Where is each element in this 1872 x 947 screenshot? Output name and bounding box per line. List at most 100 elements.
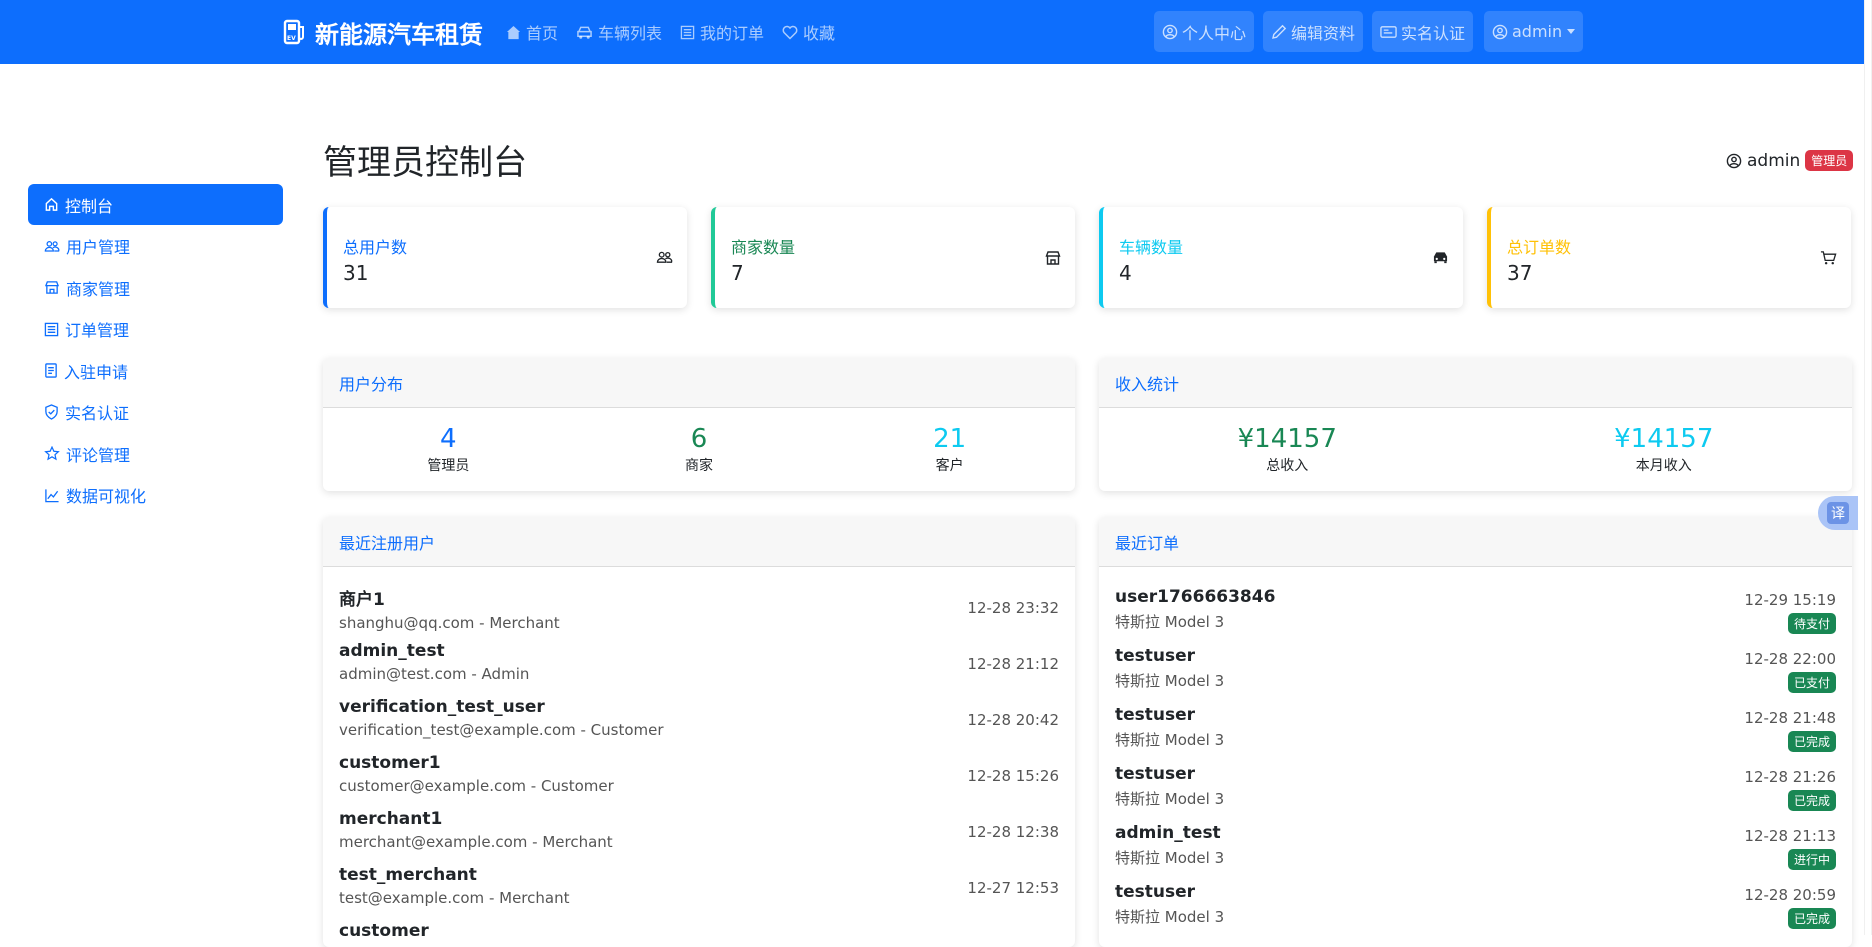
sidebar-item-dashboard[interactable]: 控制台 — [28, 184, 283, 225]
order-vehicle: 特斯拉 Model 3 — [1115, 731, 1225, 749]
list-item[interactable]: testuser 特斯拉 Model 3 12-28 22:00 已支付 — [1115, 646, 1836, 698]
order-time: 12-28 20:59 — [1744, 886, 1836, 904]
order-user: testuser — [1115, 705, 1196, 725]
order-user: testuser — [1115, 882, 1196, 902]
brand[interactable]: EV 新能源汽车租赁 — [283, 14, 483, 50]
user-menu-dropdown[interactable]: admin — [1484, 11, 1584, 52]
user-name: customer1 — [339, 753, 441, 773]
stat-label: 总用户数 — [343, 238, 408, 257]
nav-link-cars[interactable]: 车辆列表 — [576, 18, 662, 46]
income-value: ¥14157 — [1237, 424, 1337, 454]
nav-link-home[interactable]: 首页 — [506, 18, 558, 46]
user-menu-label: admin — [1512, 22, 1563, 41]
sidebar-item-visualization[interactable]: 数据可视化 — [28, 475, 283, 516]
user-time: 12-28 23:32 — [967, 599, 1059, 617]
list-item[interactable]: admin_test admin@test.com - Admin 12-28 … — [339, 641, 1059, 693]
dist-label: 管理员 — [427, 458, 470, 474]
person-circle-icon — [1162, 24, 1178, 39]
order-time: 12-28 22:00 — [1744, 650, 1836, 668]
order-vehicle: 特斯拉 Model 3 — [1115, 849, 1225, 867]
list-item[interactable]: testuser 特斯拉 Model 3 12-28 21:26 已完成 — [1115, 764, 1836, 816]
stat-card-orders: 总订单数 37 — [1487, 207, 1851, 308]
sidebar-item-label: 入驻申请 — [64, 362, 129, 382]
top-navbar: EV 新能源汽车租赁 首页 车辆列表 我的订单 收藏 个人中心 编辑资料 实名认… — [0, 0, 1872, 64]
sidebar-item-reviews[interactable]: 评论管理 — [28, 433, 283, 474]
pencil-icon — [1272, 24, 1287, 39]
ev-logo-icon: EV — [283, 19, 304, 45]
list-icon — [680, 25, 695, 39]
nav-link-favorites[interactable]: 收藏 — [782, 18, 835, 46]
income-month: ¥14157 本月收入 — [1476, 424, 1853, 475]
translate-button[interactable]: 译 — [1818, 496, 1858, 530]
person-circle-icon — [1726, 153, 1742, 168]
list-item[interactable]: test_merchant test@example.com - Merchan… — [339, 865, 1059, 917]
cart-icon — [1820, 251, 1837, 265]
edit-profile-label: 编辑资料 — [1291, 23, 1356, 43]
sidebar: 控制台 用户管理 商家管理 订单管理 入驻申请 实名认证 评论管理 数据可视化 — [28, 184, 283, 516]
dist-value: 21 — [933, 424, 967, 454]
translate-icon: 译 — [1827, 502, 1849, 524]
order-time: 12-28 21:48 — [1744, 709, 1836, 727]
nav-link-orders[interactable]: 我的订单 — [680, 18, 764, 46]
stat-label: 商家数量 — [731, 238, 796, 257]
user-name: verification_test_user — [339, 697, 545, 717]
scrollbar[interactable] — [1864, 0, 1872, 935]
stat-value: 31 — [343, 261, 369, 285]
dist-item-admin: 4 管理员 — [324, 424, 572, 475]
list-item[interactable]: user1766663846 特斯拉 Model 3 12-29 15:19 待… — [1115, 587, 1836, 639]
income-label: 总收入 — [1266, 458, 1309, 474]
profile-button[interactable]: 个人中心 — [1154, 11, 1255, 52]
list-item[interactable]: customer1 customer@example.com - Custome… — [339, 753, 1059, 805]
order-user: admin_test — [1115, 823, 1221, 843]
stat-card-users: 总用户数 31 — [323, 207, 687, 308]
income-value: ¥14157 — [1614, 424, 1714, 454]
order-time: 12-29 15:19 — [1744, 591, 1836, 609]
sidebar-item-users[interactable]: 用户管理 — [28, 226, 283, 267]
dist-label: 商家 — [684, 458, 713, 474]
user-email: merchant@example.com - Merchant — [339, 833, 613, 851]
people-icon — [44, 240, 60, 252]
edit-profile-button[interactable]: 编辑资料 — [1263, 11, 1364, 52]
current-user: admin 管理员 — [1726, 150, 1854, 171]
list-item[interactable]: admin_test 特斯拉 Model 3 12-28 21:13 进行中 — [1115, 823, 1836, 875]
page-title: 管理员控制台 — [323, 143, 527, 183]
order-user: testuser — [1115, 646, 1196, 666]
verify-button[interactable]: 实名认证 — [1372, 11, 1474, 52]
status-badge: 已完成 — [1787, 908, 1836, 929]
car-icon — [577, 26, 592, 39]
order-vehicle: 特斯拉 Model 3 — [1115, 672, 1225, 690]
user-name: test_merchant — [339, 865, 477, 885]
status-badge: 已完成 — [1787, 790, 1836, 811]
chart-icon — [45, 488, 59, 502]
panel-title: 最近订单 — [1099, 517, 1852, 567]
list-item[interactable]: verification_test_user verification_test… — [339, 697, 1059, 749]
sidebar-item-merchants[interactable]: 商家管理 — [28, 267, 283, 308]
sidebar-item-applications[interactable]: 入驻申请 — [28, 350, 283, 391]
brand-title: 新能源汽车租赁 — [315, 20, 483, 49]
nav-link-label: 首页 — [526, 24, 559, 43]
order-time: 12-28 21:13 — [1744, 827, 1836, 845]
car-icon — [1433, 252, 1448, 264]
list-item[interactable]: testuser 特斯拉 Model 3 12-28 21:48 已完成 — [1115, 705, 1836, 757]
order-time: 12-28 21:26 — [1744, 768, 1836, 786]
sidebar-item-label: 商家管理 — [66, 279, 131, 299]
user-name: 商户1 — [339, 590, 385, 610]
stat-label: 总订单数 — [1507, 238, 1572, 257]
nav-link-label: 我的订单 — [700, 24, 765, 43]
list-item[interactable]: 商户1 shanghu@qq.com - Merchant 12-28 23:3… — [339, 585, 1059, 637]
list-item[interactable]: merchant1 merchant@example.com - Merchan… — [339, 809, 1059, 861]
list-item[interactable]: customer — [339, 921, 1059, 947]
heart-icon — [782, 25, 798, 40]
list-item[interactable]: testuser 特斯拉 Model 3 12-28 20:59 已完成 — [1115, 882, 1836, 934]
sidebar-item-label: 数据可视化 — [66, 487, 147, 506]
scrollbar-thumb[interactable] — [1865, 0, 1871, 935]
user-email: shanghu@qq.com - Merchant — [339, 614, 560, 632]
income-panel: 收入统计 ¥14157 总收入 ¥14157 本月收入 — [1099, 358, 1852, 491]
order-vehicle: 特斯拉 Model 3 — [1115, 613, 1225, 631]
order-user: testuser — [1115, 764, 1196, 784]
sidebar-item-orders[interactable]: 订单管理 — [28, 309, 283, 350]
person-circle-icon — [1492, 24, 1508, 39]
sidebar-item-verification[interactable]: 实名认证 — [28, 392, 283, 433]
user-time: 12-28 15:26 — [967, 767, 1059, 785]
nav-link-label: 车辆列表 — [598, 24, 663, 43]
